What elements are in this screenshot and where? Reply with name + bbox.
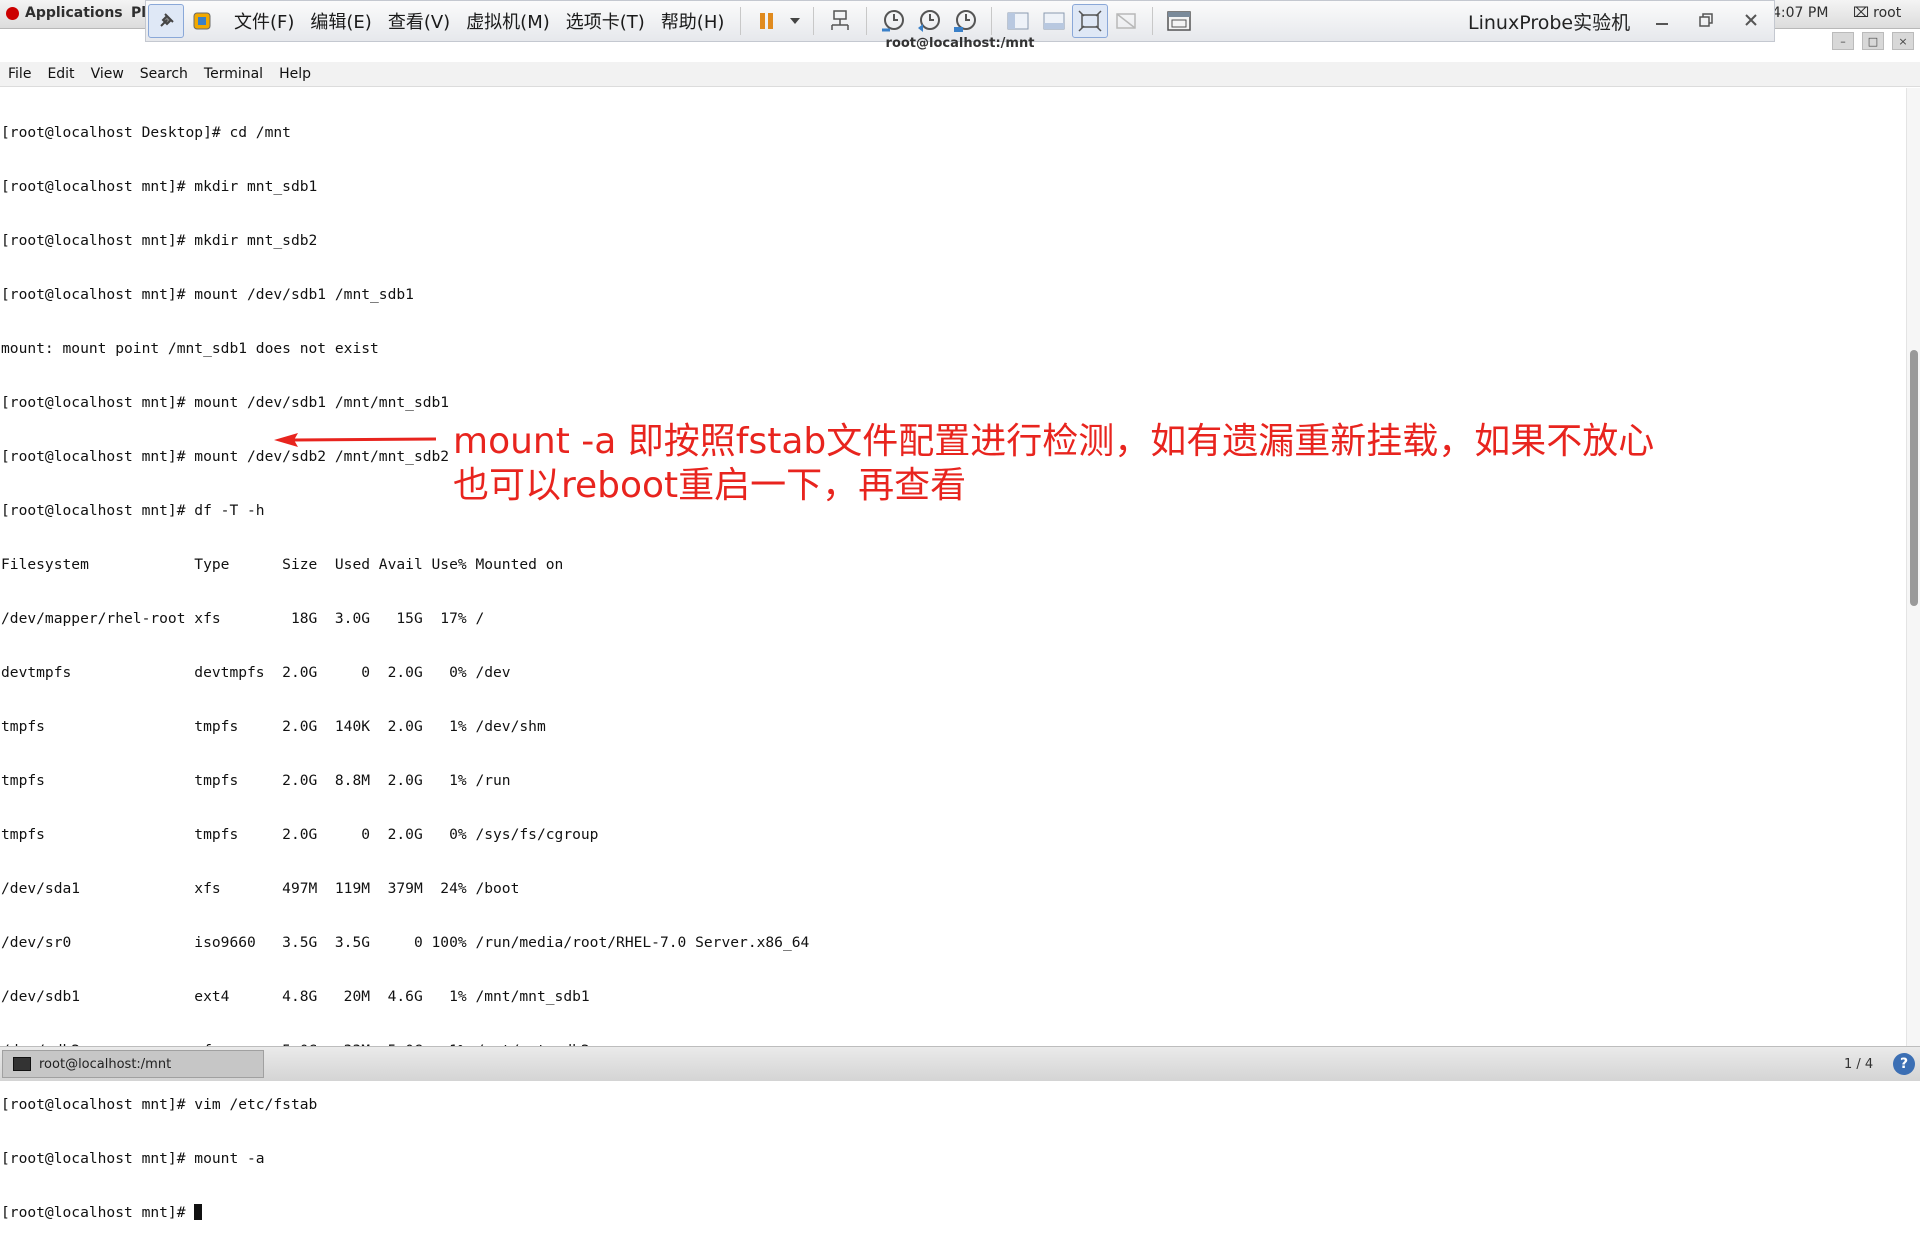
menu-help[interactable]: 帮助(H): [653, 8, 733, 34]
terminal-menu-search[interactable]: Search: [132, 62, 196, 86]
terminal-line: /dev/mapper/rhel-root xfs 18G 3.0G 15G 1…: [1, 610, 485, 627]
terminal-cursor: [194, 1204, 203, 1220]
terminal-line: [root@localhost Desktop]# cd /mnt: [1, 124, 291, 141]
menu-tabs[interactable]: 选项卡(T): [558, 8, 653, 34]
terminal-window-title: root@localhost:/mnt: [885, 36, 1035, 51]
terminal-menu-view[interactable]: View: [83, 62, 132, 86]
revert-clock-icon: [918, 10, 941, 32]
taskbar-item-label: root@localhost:/mnt: [39, 1056, 172, 1072]
close-button[interactable]: [1740, 9, 1762, 31]
user-menu[interactable]: ⌧ root: [1853, 5, 1901, 21]
terminal-line: tmpfs tmpfs 2.0G 8.8M 2.0G 1% /run: [1, 772, 511, 789]
terminal-icon: [13, 1057, 31, 1071]
annotation-text: mount -a 即按照fstab文件配置进行检测，如有遗漏重新挂载，如果不放心…: [453, 420, 1773, 508]
menu-vm[interactable]: 虚拟机(M): [458, 8, 558, 34]
maximize-icon: □: [1867, 34, 1879, 48]
terminal-line: [root@localhost mnt]# mkdir mnt_sdb1: [1, 178, 318, 195]
terminal-menu-edit[interactable]: Edit: [39, 62, 82, 86]
terminal-prompt: [root@localhost mnt]#: [1, 1204, 195, 1221]
menu-view[interactable]: 查看(V): [380, 8, 458, 34]
terminal-menu-terminal[interactable]: Terminal: [196, 62, 271, 86]
terminal-line: [root@localhost mnt]# mount /dev/sdb1 /m…: [1, 286, 414, 303]
vm-menubar: 文件(F) 编辑(E) 查看(V) 虚拟机(M) 选项卡(T) 帮助(H): [226, 8, 732, 34]
toolbar-separator: [1152, 7, 1154, 35]
bottom-panel-layout-icon: [1043, 12, 1065, 30]
terminal-menu-help[interactable]: Help: [271, 62, 319, 86]
unity-button[interactable]: [1108, 4, 1144, 38]
terminal-line: /dev/sda1 xfs 497M 119M 379M 24% /boot: [1, 880, 520, 897]
annotation-line: 也可以reboot重启一下，再查看: [453, 465, 967, 506]
close-icon: [1745, 14, 1757, 26]
snapshot-manager-button[interactable]: [947, 4, 983, 38]
terminal-line: tmpfs tmpfs 2.0G 0 2.0G 0% /sys/fs/cgrou…: [1, 826, 599, 843]
full-screen-button[interactable]: [1072, 4, 1109, 38]
toolbar-separator: [866, 7, 868, 35]
applications-menu[interactable]: Applications: [6, 5, 123, 21]
annotation-arrow-icon: [274, 433, 437, 447]
console-window-icon: [1167, 11, 1192, 31]
send-ctrl-alt-del-button[interactable]: [822, 4, 858, 38]
show-thumbnail-button[interactable]: [1036, 4, 1072, 38]
pin-icon: [160, 13, 174, 27]
terminal-prompt-line[interactable]: [root@localhost mnt]#: [1, 1204, 1901, 1222]
terminal-scrollbar[interactable]: [1906, 88, 1920, 1046]
terminal-line: [root@localhost mnt]# vim /etc/fstab: [1, 1096, 318, 1113]
places-menu[interactable]: Pl: [131, 5, 146, 21]
user-icon: ⌧: [1853, 5, 1870, 21]
snapshot-manager-icon: [954, 10, 977, 32]
terminal-minimize-button[interactable]: –: [1832, 32, 1854, 50]
annotation-line: mount -a 即按照fstab文件配置进行检测，如有遗漏重新挂载，如果不放心: [453, 421, 1655, 462]
restore-button[interactable]: [1695, 9, 1717, 31]
terminal-line: tmpfs tmpfs 2.0G 140K 2.0G 1% /dev/shm: [1, 718, 546, 735]
terminal-close-button[interactable]: ×: [1892, 32, 1914, 50]
pin-toolbar-button[interactable]: [148, 4, 184, 38]
sidebar-layout-icon: [1007, 12, 1029, 30]
user-name: root: [1873, 5, 1902, 21]
minimize-button[interactable]: [1651, 9, 1673, 31]
minimize-icon: [1656, 23, 1668, 25]
terminal-line: [root@localhost mnt]# mount /dev/sdb1 /m…: [1, 394, 450, 411]
bottom-taskbar: root@localhost:/mnt 1 / 4 ?: [0, 1046, 1920, 1081]
vmware-logo-icon: [193, 12, 211, 30]
unity-icon: [1116, 13, 1137, 29]
taskbar-item-terminal[interactable]: root@localhost:/mnt: [2, 1050, 264, 1078]
show-library-button[interactable]: [1000, 4, 1036, 38]
terminal-line: [root@localhost mnt]# mkdir mnt_sdb2: [1, 232, 318, 249]
network-icon: [831, 10, 850, 30]
minimize-icon: –: [1840, 34, 1846, 48]
menu-edit[interactable]: 编辑(E): [302, 8, 379, 34]
terminal-line: /dev/sdb1 ext4 4.8G 20M 4.6G 1% /mnt/mnt…: [1, 988, 590, 1005]
applications-label: Applications: [25, 5, 123, 21]
terminal-line: [root@localhost mnt]# mount -a: [1, 1150, 265, 1167]
fullscreen-icon: [1078, 10, 1102, 32]
snapshot-button[interactable]: [875, 4, 911, 38]
restore-icon: [1699, 13, 1713, 27]
menu-file[interactable]: 文件(F): [226, 8, 302, 34]
terminal-maximize-button[interactable]: □: [1862, 32, 1884, 50]
chevron-down-icon: [790, 18, 801, 24]
vm-title: LinuxProbe实验机: [1468, 12, 1631, 34]
vm-home-button[interactable]: [184, 4, 220, 38]
console-view-button[interactable]: [1161, 4, 1197, 38]
help-icon[interactable]: ?: [1893, 1053, 1915, 1075]
terminal-line: devtmpfs devtmpfs 2.0G 0 2.0G 0% /dev: [1, 664, 511, 681]
power-dropdown-button[interactable]: [785, 4, 805, 38]
terminal-menubar: File Edit View Search Terminal Help: [0, 62, 1920, 87]
revert-snapshot-button[interactable]: [911, 4, 947, 38]
close-icon: ×: [1898, 34, 1908, 48]
pause-icon: [760, 13, 774, 29]
workspace-indicator[interactable]: 1 / 4: [1844, 1057, 1873, 1072]
terminal-line: /dev/sr0 iso9660 3.5G 3.5G 0 100% /run/m…: [1, 934, 810, 951]
terminal-line: mount: mount point /mnt_sdb1 does not ex…: [1, 340, 379, 357]
toolbar-separator: [991, 7, 993, 35]
redhat-logo-icon: [6, 6, 19, 20]
snapshot-clock-icon: [882, 10, 905, 32]
toolbar-separator: [740, 7, 742, 35]
toolbar-separator: [813, 7, 815, 35]
pause-button[interactable]: [749, 4, 785, 38]
scrollbar-thumb[interactable]: [1910, 350, 1918, 606]
terminal-line: Filesystem Type Size Used Avail Use% Mou…: [1, 556, 564, 573]
panel-clock[interactable]: 4:07 PM: [1772, 5, 1828, 21]
terminal-menu-file[interactable]: File: [0, 62, 39, 86]
